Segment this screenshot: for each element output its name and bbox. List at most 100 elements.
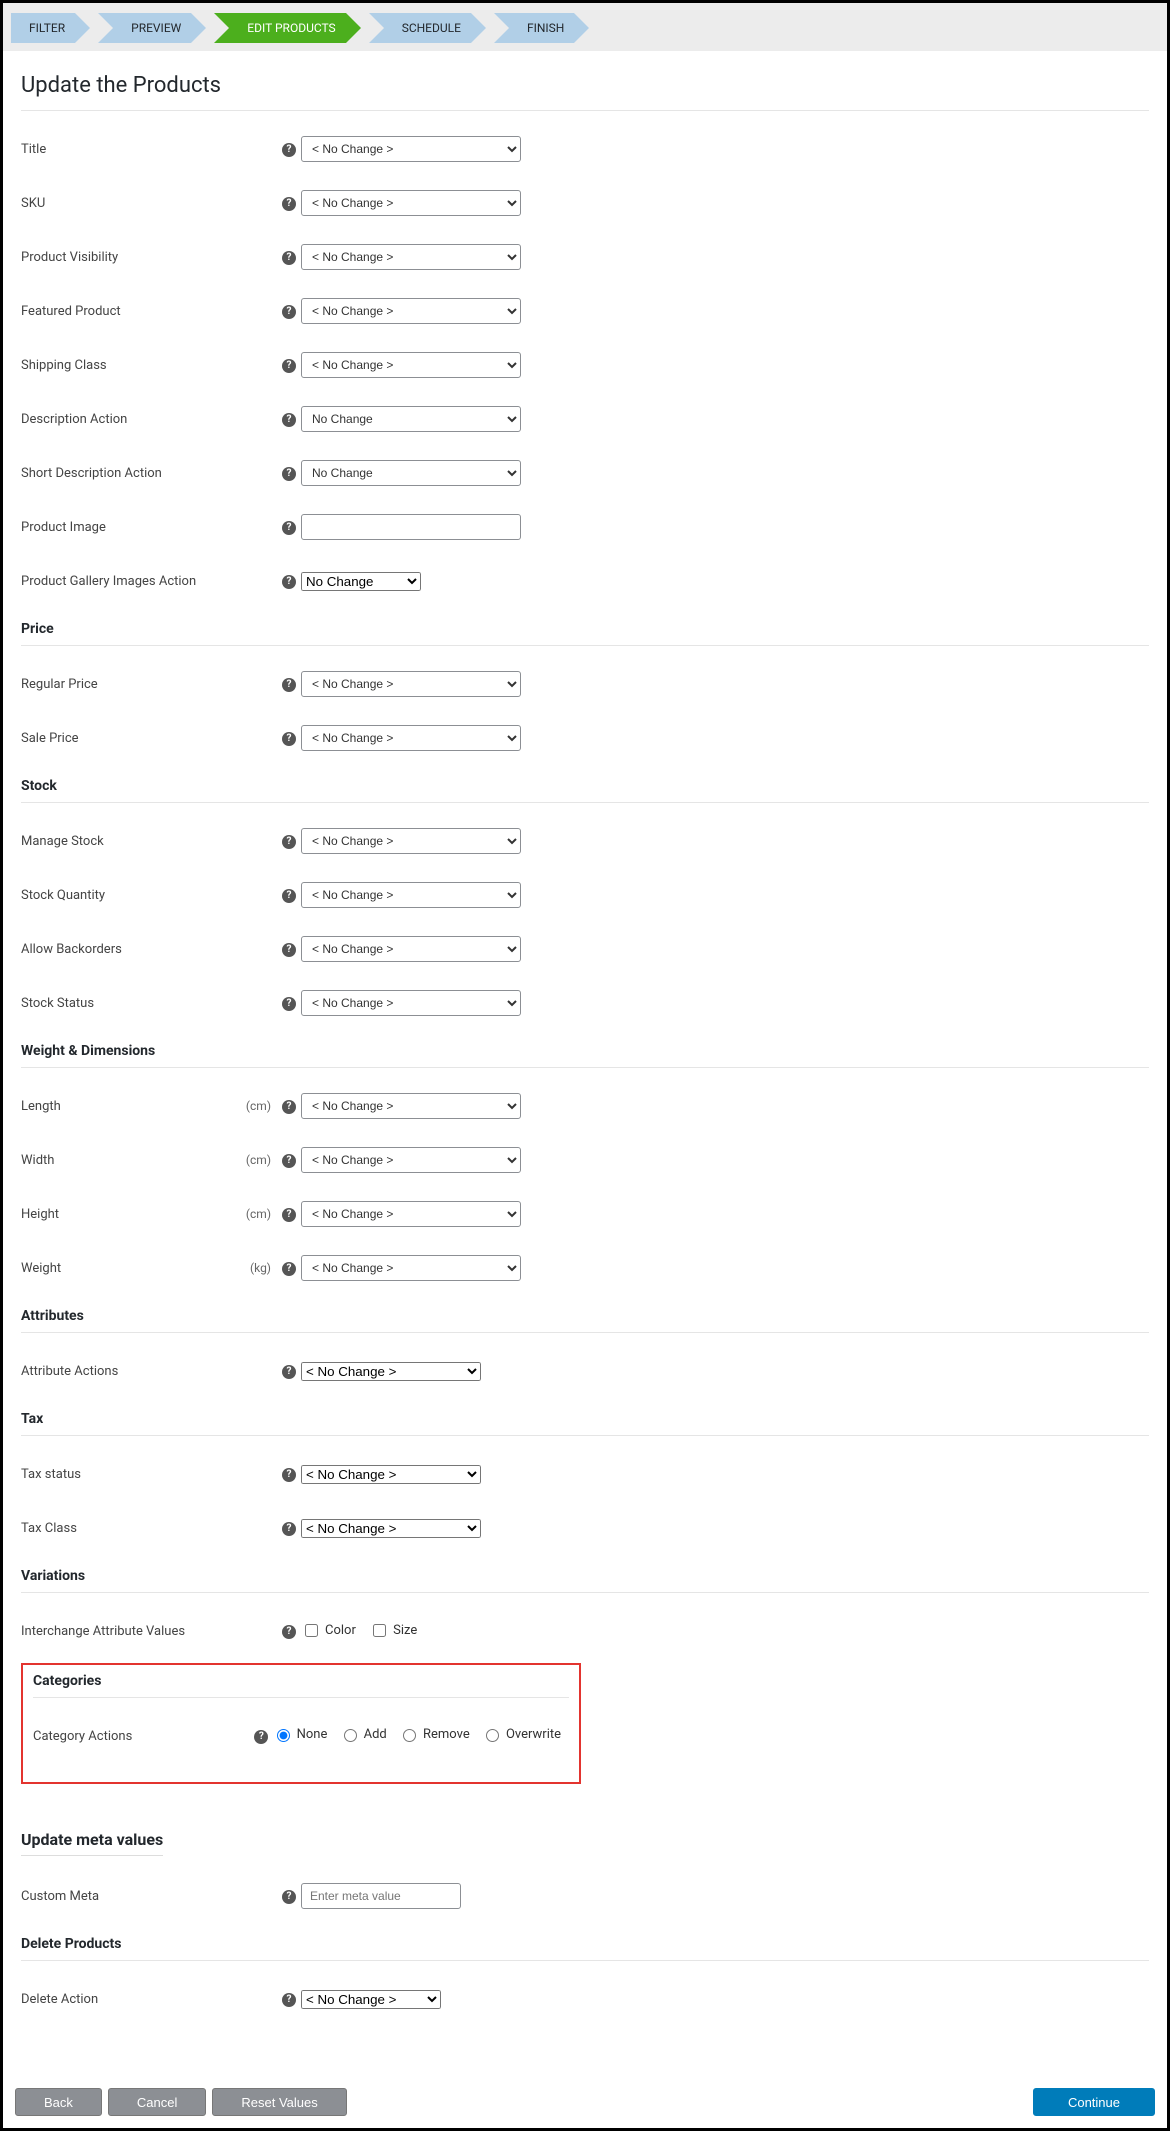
label-width: Width bbox=[21, 1153, 241, 1168]
help-icon[interactable]: ? bbox=[282, 359, 296, 373]
help-icon[interactable]: ? bbox=[282, 1993, 296, 2007]
sale-price-select[interactable]: < No Change > bbox=[301, 725, 521, 751]
help-icon[interactable]: ? bbox=[282, 1262, 296, 1276]
product-visibility-select[interactable]: < No Change > bbox=[301, 244, 521, 270]
label-length: Length bbox=[21, 1099, 241, 1114]
help-icon[interactable]: ? bbox=[282, 997, 296, 1011]
help-icon[interactable]: ? bbox=[282, 732, 296, 746]
step-label: FINISH bbox=[527, 21, 564, 35]
help-icon[interactable]: ? bbox=[282, 467, 296, 481]
help-icon[interactable]: ? bbox=[282, 889, 296, 903]
stock-status-select[interactable]: < No Change > bbox=[301, 990, 521, 1016]
label-title: Title bbox=[21, 142, 241, 157]
page-title: Update the Products bbox=[21, 73, 1149, 98]
label-product-gallery-images-action: Product Gallery Images Action bbox=[21, 574, 241, 589]
section-weight-dimensions: Weight & Dimensions bbox=[21, 1043, 1149, 1059]
help-icon[interactable]: ? bbox=[282, 1468, 296, 1482]
label-attribute-actions: Attribute Actions bbox=[21, 1364, 241, 1379]
divider bbox=[33, 1697, 569, 1698]
radio-remove-label[interactable]: Remove bbox=[398, 1726, 470, 1742]
step-schedule[interactable]: SCHEDULE bbox=[374, 13, 481, 43]
continue-button[interactable]: Continue bbox=[1033, 2088, 1155, 2116]
sku-select[interactable]: < No Change > bbox=[301, 190, 521, 216]
help-icon[interactable]: ? bbox=[282, 305, 296, 319]
title-select[interactable]: < No Change > bbox=[301, 136, 521, 162]
unit-cm: (cm) bbox=[241, 1207, 277, 1221]
help-icon[interactable]: ? bbox=[282, 1890, 296, 1904]
check-color-label[interactable]: Color bbox=[301, 1621, 356, 1640]
step-breadcrumb: FILTER PREVIEW EDIT PRODUCTS SCHEDULE FI… bbox=[3, 3, 1167, 51]
step-preview[interactable]: PREVIEW bbox=[103, 13, 201, 43]
help-icon[interactable]: ? bbox=[282, 1208, 296, 1222]
delete-action-select[interactable]: < No Change > bbox=[301, 1990, 441, 2009]
help-icon[interactable]: ? bbox=[282, 943, 296, 957]
tax-status-select[interactable]: < No Change > bbox=[301, 1465, 481, 1484]
tax-class-select[interactable]: < No Change > bbox=[301, 1519, 481, 1538]
label-product-visibility: Product Visibility bbox=[21, 250, 241, 265]
label-stock-status: Stock Status bbox=[21, 996, 241, 1011]
reset-values-button[interactable]: Reset Values bbox=[212, 2088, 346, 2116]
label-tax-status: Tax status bbox=[21, 1467, 241, 1482]
attribute-actions-select[interactable]: < No Change > bbox=[301, 1362, 481, 1381]
radio-add-label[interactable]: Add bbox=[339, 1726, 387, 1742]
label-tax-class: Tax Class bbox=[21, 1521, 241, 1536]
section-stock: Stock bbox=[21, 778, 1149, 794]
weight-select[interactable]: < No Change > bbox=[301, 1255, 521, 1281]
manage-stock-select[interactable]: < No Change > bbox=[301, 828, 521, 854]
cancel-button[interactable]: Cancel bbox=[108, 2088, 206, 2116]
check-size[interactable] bbox=[373, 1624, 386, 1637]
help-icon[interactable]: ? bbox=[282, 835, 296, 849]
check-color[interactable] bbox=[305, 1624, 318, 1637]
help-icon[interactable]: ? bbox=[282, 1522, 296, 1536]
check-size-label[interactable]: Size bbox=[369, 1621, 417, 1640]
help-icon[interactable]: ? bbox=[282, 575, 296, 589]
unit-kg: (kg) bbox=[241, 1261, 277, 1275]
radio-add[interactable] bbox=[344, 1729, 357, 1742]
featured-product-select[interactable]: < No Change > bbox=[301, 298, 521, 324]
label-manage-stock: Manage Stock bbox=[21, 834, 241, 849]
product-gallery-images-action-select[interactable]: No Change bbox=[301, 572, 421, 591]
help-icon[interactable]: ? bbox=[282, 251, 296, 265]
help-icon[interactable]: ? bbox=[282, 1100, 296, 1114]
help-icon[interactable]: ? bbox=[282, 1365, 296, 1379]
help-icon[interactable]: ? bbox=[282, 1154, 296, 1168]
divider bbox=[21, 802, 1149, 803]
radio-overwrite-label[interactable]: Overwrite bbox=[481, 1726, 561, 1742]
length-select[interactable]: < No Change > bbox=[301, 1093, 521, 1119]
divider bbox=[21, 645, 1149, 646]
description-action-select[interactable]: No Change bbox=[301, 406, 521, 432]
step-label: SCHEDULE bbox=[402, 21, 461, 35]
section-categories: Categories bbox=[33, 1673, 569, 1689]
label-allow-backorders: Allow Backorders bbox=[21, 942, 241, 957]
step-filter[interactable]: FILTER bbox=[11, 13, 85, 43]
step-label: FILTER bbox=[29, 21, 65, 35]
unit-cm: (cm) bbox=[241, 1099, 277, 1113]
help-icon[interactable]: ? bbox=[282, 678, 296, 692]
stock-quantity-select[interactable]: < No Change > bbox=[301, 882, 521, 908]
divider bbox=[21, 1960, 1149, 1961]
help-icon[interactable]: ? bbox=[282, 521, 296, 535]
help-icon[interactable]: ? bbox=[282, 413, 296, 427]
help-icon[interactable]: ? bbox=[282, 197, 296, 211]
highlight-categories: Categories Category Actions ? None Add R… bbox=[21, 1663, 581, 1784]
footer-bar: Back Cancel Reset Values Continue bbox=[15, 2088, 1155, 2116]
radio-none-label[interactable]: None bbox=[272, 1726, 328, 1742]
regular-price-select[interactable]: < No Change > bbox=[301, 671, 521, 697]
radio-remove[interactable] bbox=[403, 1729, 416, 1742]
shipping-class-select[interactable]: < No Change > bbox=[301, 352, 521, 378]
step-edit-products[interactable]: EDIT PRODUCTS bbox=[219, 13, 355, 43]
radio-overwrite[interactable] bbox=[486, 1729, 499, 1742]
step-finish[interactable]: FINISH bbox=[499, 13, 584, 43]
help-icon[interactable]: ? bbox=[254, 1730, 268, 1744]
width-select[interactable]: < No Change > bbox=[301, 1147, 521, 1173]
custom-meta-input[interactable] bbox=[301, 1883, 461, 1909]
back-button[interactable]: Back bbox=[15, 2088, 102, 2116]
product-image-input[interactable] bbox=[301, 514, 521, 540]
help-icon[interactable]: ? bbox=[282, 143, 296, 157]
help-icon[interactable]: ? bbox=[282, 1625, 296, 1639]
short-description-action-select[interactable]: No Change bbox=[301, 460, 521, 486]
radio-none[interactable] bbox=[277, 1729, 290, 1742]
label-short-description-action: Short Description Action bbox=[21, 466, 241, 481]
allow-backorders-select[interactable]: < No Change > bbox=[301, 936, 521, 962]
height-select[interactable]: < No Change > bbox=[301, 1201, 521, 1227]
